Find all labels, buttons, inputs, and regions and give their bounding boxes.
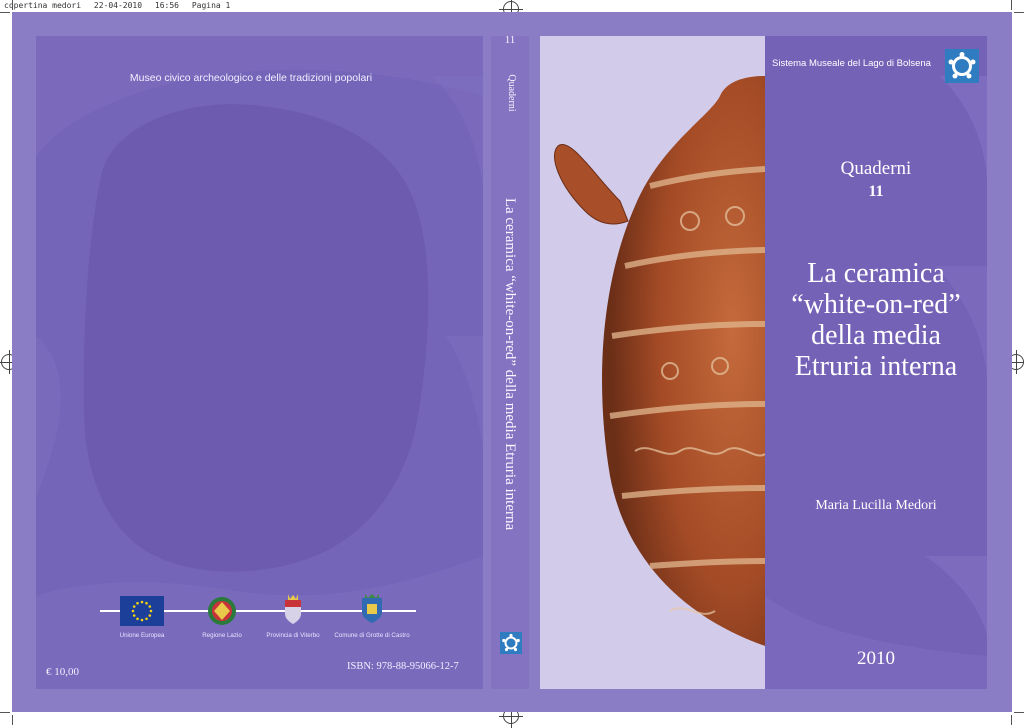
- logo-caption-grotte: Comune di Grotte di Castro: [334, 632, 410, 639]
- grotte-di-castro-crest-icon: [362, 594, 382, 623]
- book-title-line-1: La ceramica: [807, 258, 945, 289]
- front-cover-photo: [540, 36, 765, 689]
- slug-filename: copertina medori: [4, 1, 82, 10]
- book-title-line-2: “white-on-red”: [791, 289, 961, 320]
- spine-series-label: Quaderni: [506, 74, 517, 112]
- sistema-museale-title: Sistema Museale del Lago di Bolsena: [772, 58, 931, 69]
- white-on-red-vase-image: [554, 76, 765, 646]
- slug-time: 16:56: [154, 1, 179, 10]
- crop-mark-top-left-h: [0, 12, 10, 13]
- logo-caption-viterbo: Provincia di Viterbo: [266, 632, 320, 639]
- spine-title: La ceramica “white-on-red” della media E…: [502, 197, 518, 531]
- crop-mark-top-right-h: [1014, 12, 1024, 13]
- book-title: La ceramica “white-on-red” della media E…: [765, 258, 987, 382]
- regione-lazio-emblem-icon: [208, 597, 236, 625]
- crop-mark-bottom-right-v: [1011, 715, 1012, 725]
- book-title-line-3: della media: [811, 320, 941, 351]
- logo-caption-lazio: Regione Lazio: [202, 632, 242, 639]
- slug-date: 22-04-2010: [93, 1, 143, 10]
- slug-page: Pagina 1: [191, 1, 231, 10]
- isbn: ISBN: 978-88-95066-12-7: [347, 661, 459, 672]
- sistema-museale-logo-icon: [500, 632, 522, 654]
- print-slug: copertina medori 22-04-2010 16:56 Pagina…: [4, 1, 230, 10]
- crop-mark-bottom-left-v: [12, 715, 13, 725]
- logo-caption-eu: Unione Europea: [119, 632, 165, 639]
- spine-volume-number: 11: [504, 34, 516, 46]
- price: € 10,00: [46, 666, 79, 678]
- book-title-line-4: Etruria interna: [794, 351, 958, 382]
- crop-mark-bottom-right-h: [1014, 712, 1024, 713]
- sistema-museale-logo-icon: [945, 49, 979, 83]
- back-cover-lake-map-watermark: [36, 36, 483, 689]
- provincia-viterbo-crest-icon: [285, 594, 301, 624]
- eu-flag-icon: [120, 596, 164, 626]
- author-name: Maria Lucilla Medori: [815, 498, 937, 513]
- crop-mark-top-left-v: [12, 0, 13, 10]
- crop-mark-bottom-left-h: [0, 712, 10, 713]
- back-cover: [36, 36, 483, 689]
- crop-mark-top-right-v: [1011, 0, 1012, 10]
- publication-year: 2010: [857, 648, 895, 669]
- museum-title: Museo civico archeologico e delle tradiz…: [129, 72, 373, 84]
- series-label: Quaderni: [840, 158, 912, 179]
- series-volume-number: 11: [868, 183, 884, 200]
